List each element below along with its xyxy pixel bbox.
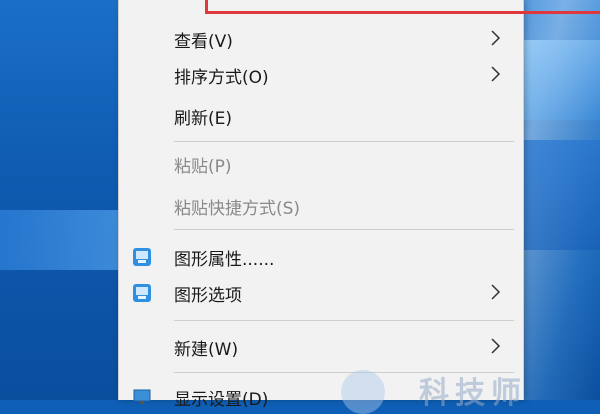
chevron-right-icon	[491, 66, 501, 82]
menu-item-label: 新建(W)	[174, 339, 239, 360]
menu-item-sort-by[interactable]: 排序方式(O)	[119, 58, 523, 92]
watermark-text: 科技师	[419, 376, 527, 411]
menu-item-paste-shortcut[interactable]: 粘贴快捷方式(S)	[119, 189, 523, 223]
wallpaper-light-left	[0, 210, 120, 270]
menu-separator	[174, 320, 514, 321]
menu-item-label: 图形选项	[174, 285, 242, 306]
chevron-right-icon	[491, 338, 501, 354]
menu-item-label: 排序方式(O)	[174, 67, 269, 88]
wallpaper-light-right	[520, 40, 600, 120]
menu-item-label: 粘贴快捷方式(S)	[174, 198, 301, 219]
menu-item-view[interactable]: 查看(V)	[119, 22, 523, 56]
wallpaper-light-right-lower	[520, 140, 600, 250]
menu-item-label: 显示设置(D)	[174, 389, 269, 410]
menu-item-paste[interactable]: 粘贴(P)	[119, 147, 523, 181]
intel-graphics-icon	[133, 248, 151, 266]
chevron-right-icon	[491, 284, 501, 300]
menu-item-graphics-options[interactable]: 图形选项	[119, 276, 523, 310]
desktop-context-menu: 查看(V) 排序方式(O) 刷新(E) 粘贴(P) 粘贴快捷方式(S) 图形属性…	[118, 0, 600, 414]
menu-item-label: 查看(V)	[174, 31, 233, 52]
menu-item-label: 刷新(E)	[174, 108, 233, 129]
red-highlight-box	[205, 0, 600, 14]
menu-item-label: 粘贴(P)	[174, 156, 232, 177]
menu-item-label: 图形属性......	[174, 249, 275, 270]
menu-separator	[174, 141, 514, 142]
intel-graphics-icon	[133, 284, 151, 302]
watermark-logo	[341, 370, 385, 414]
menu-separator	[174, 229, 514, 230]
chevron-right-icon	[491, 30, 501, 46]
menu-item-refresh[interactable]: 刷新(E)	[119, 99, 523, 133]
menu-item-new[interactable]: 新建(W)	[119, 330, 523, 364]
menu-item-graphics-properties[interactable]: 图形属性......	[119, 240, 523, 274]
display-settings-icon	[133, 389, 151, 404]
